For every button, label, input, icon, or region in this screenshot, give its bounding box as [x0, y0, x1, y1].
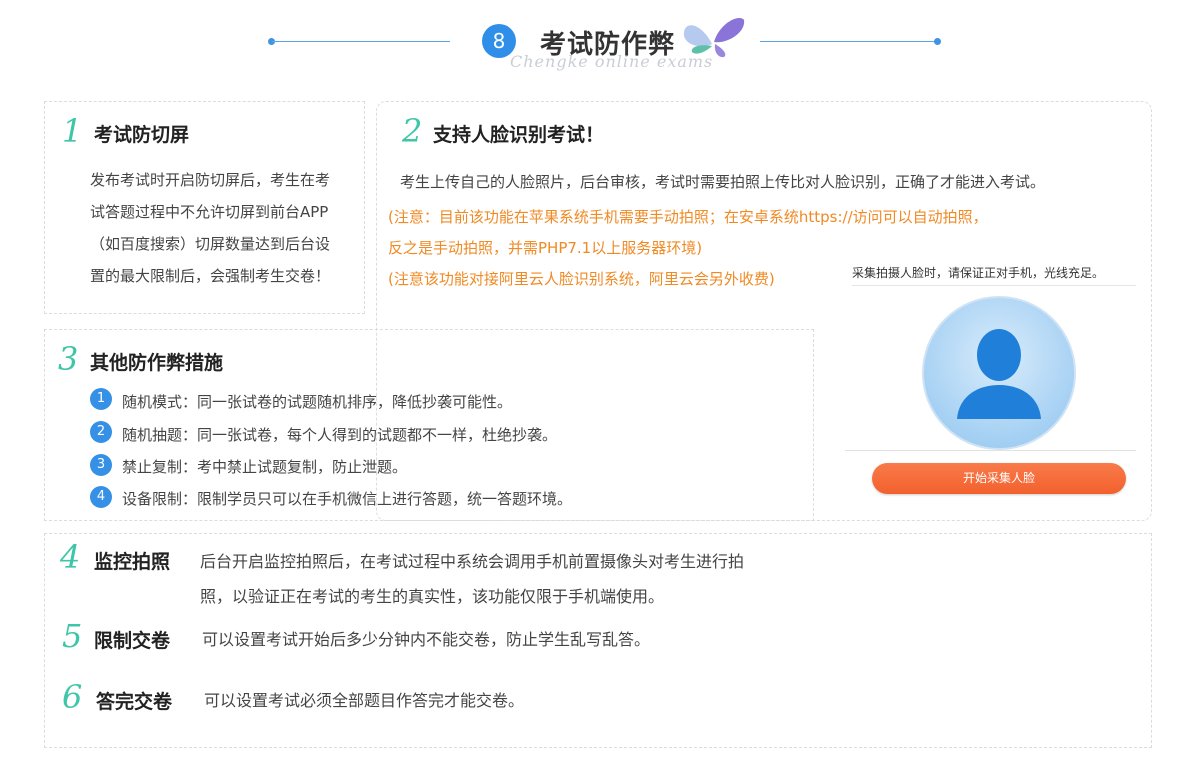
section-2-number: 2	[402, 112, 423, 150]
section-6-title: 答完交卷	[96, 691, 173, 713]
section-1-line: 试答题过程中不允许切屏到前台APP	[90, 203, 329, 221]
section-1-line: （如百度搜索）切屏数量达到后台设	[90, 235, 331, 253]
list-item-number: 1	[90, 388, 112, 410]
list-item-number: 2	[90, 421, 112, 443]
section-3-number: 3	[58, 340, 79, 378]
header-right-dot	[934, 38, 941, 45]
section-4-line-1: 后台开启监控拍照后，在考试过程中系统会调用手机前置摄像头对考生进行拍	[200, 552, 745, 571]
header-left-line	[272, 41, 450, 42]
list-item: 设备限制：限制学员只可以在手机微信上进行答题，统一答题环境。	[122, 490, 573, 508]
face-avatar-icon	[922, 296, 1076, 450]
section-1-number: 1	[62, 112, 83, 150]
section-6-text: 可以设置考试必须全部题目作答完才能交卷。	[204, 691, 525, 710]
list-item: 禁止复制：考中禁止试题复制，防止泄题。	[122, 458, 408, 476]
section-4-number: 4	[60, 538, 81, 576]
section-1-body: 发布考试时开启防切屏后，考生在考 试答题过程中不允许切屏到前台APP （如百度搜…	[90, 164, 360, 292]
section-2-note-1: (注意：目前该功能在苹果系统手机需要手动拍照；在安卓系统https://访问可以…	[388, 208, 988, 226]
section-4-line-2: 照，以验证正在考试的考生的真实性，该功能仅限于手机端使用。	[200, 587, 665, 606]
section-2-title: 支持人脸识别考试！	[433, 124, 605, 146]
start-face-capture-button[interactable]: 开始采集人脸	[872, 463, 1126, 494]
phone-hint-text: 采集拍摄人脸时，请保证正对手机，光线充足。	[852, 264, 1136, 286]
section-6-number: 6	[62, 678, 83, 716]
section-1-line: 发布考试时开启防切屏后，考生在考	[90, 171, 331, 189]
section-2-note-3: (注意该功能对接阿里云人脸识别系统，阿里云会另外收费)	[388, 270, 775, 288]
list-item: 随机模式：同一张试卷的试题随机排序，降低抄袭可能性。	[122, 393, 513, 411]
section-5-title: 限制交卷	[94, 630, 171, 652]
section-3-title: 其他防作弊措施	[90, 352, 224, 374]
header-right-line	[760, 41, 936, 42]
list-item-number: 4	[90, 486, 112, 508]
section-4-title: 监控拍照	[94, 551, 171, 573]
section-1-line: 置的最大限制后，会强制考生交卷！	[90, 267, 331, 285]
butterfly-icon	[683, 18, 745, 58]
section-5-text: 可以设置考试开始后多少分钟内不能交卷，防止学生乱写乱答。	[202, 630, 651, 649]
section-1-title: 考试防切屏	[94, 124, 190, 146]
section-5-number: 5	[62, 617, 83, 655]
section-2-description: 考生上传自己的人脸照片，后台审核，考试时需要拍照上传比对人脸识别，正确了才能进入…	[400, 173, 1046, 191]
phone-divider	[845, 450, 1136, 451]
list-item-number: 3	[90, 454, 112, 476]
list-item: 随机抽题：同一张试卷，每个人得到的试题都不一样，杜绝抄袭。	[122, 426, 558, 444]
section-2-note-2: 反之是手动拍照，并需PHP7.1以上服务器环境)	[388, 239, 703, 257]
